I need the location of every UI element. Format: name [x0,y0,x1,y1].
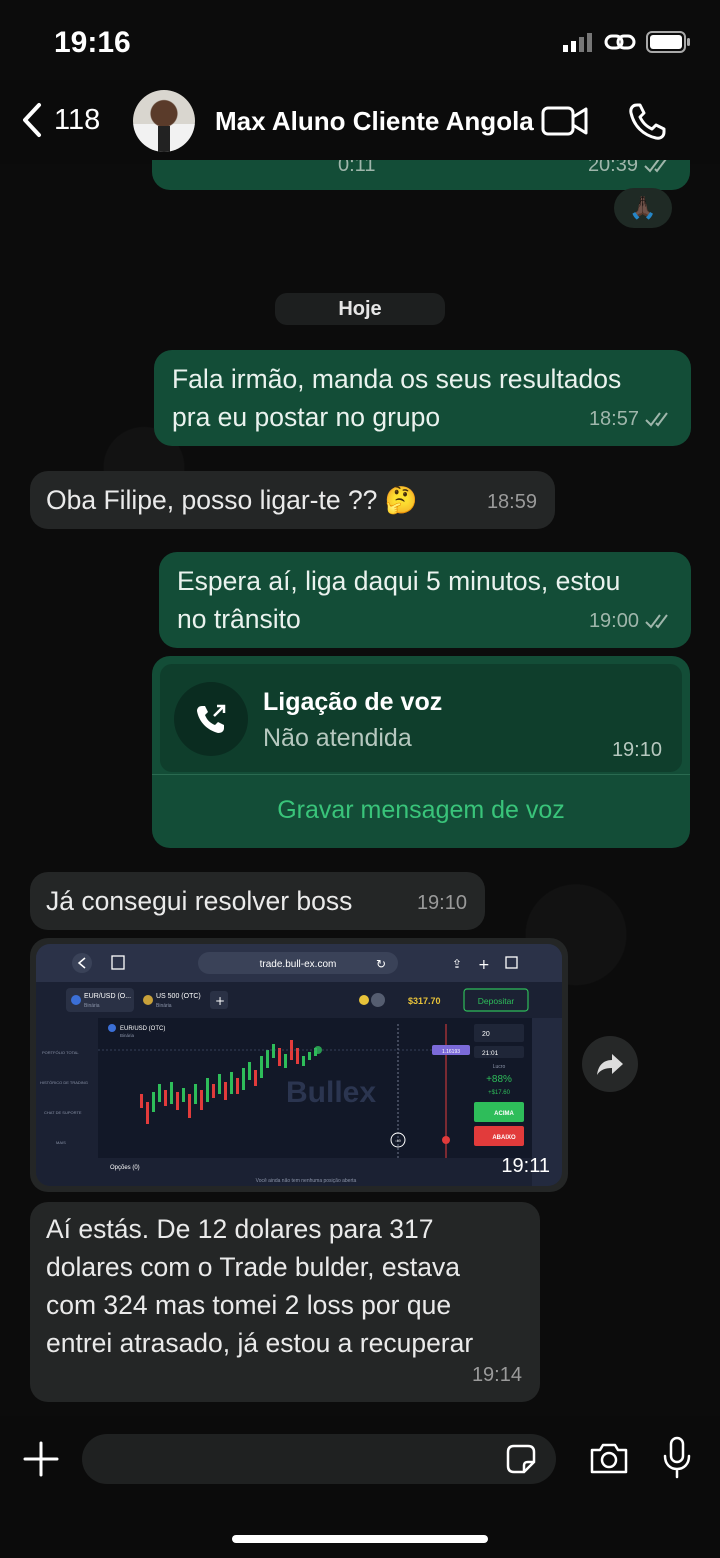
pair-sub: Binária [120,1033,135,1038]
date-divider: Hoje [275,293,445,325]
unread-count: 118 [54,103,101,136]
price-tag: 1.16193 [442,1049,460,1055]
link-icon [604,34,636,50]
microphone-icon[interactable] [662,1436,692,1480]
up-button: ACIMA [494,1111,514,1117]
countdown: :49 [395,1138,401,1143]
brand-watermark: Bullex [286,1076,376,1109]
tab1-label: EUR/USD (O... [84,993,131,1000]
double-check-icon [645,614,668,629]
status-time: 19:16 [54,26,131,59]
image-message[interactable]: trade.bull-ex.com ↻ ⇪ + EUR/USD (O... Bi… [30,938,568,1192]
profit-label: Lucro [493,1064,506,1070]
message-text-line: com 324 mas tomei 2 loss por que [46,1290,452,1320]
signal-icon [563,33,592,52]
status-icons [562,30,692,54]
record-voice-message-button[interactable]: Gravar mensagem de voz [152,796,690,825]
battery-icon [646,31,690,53]
message-text-line: Espera aí, liga daqui 5 minutos, estou [177,566,621,596]
profit-pct: +88% [486,1074,512,1085]
outgoing-message[interactable]: Fala irmão, manda os seus resultados pra… [154,350,691,446]
call-title: Ligação de voz [263,688,443,716]
message-text-line: Aí estás. De 12 dolares para 317 [46,1214,434,1244]
avatar[interactable] [133,90,195,152]
share-icon: ⇪ [452,957,462,971]
side-menu-2: HISTÓRICO DE TRADING [40,1080,88,1085]
message-text-line: Fala irmão, manda os seus resultados [172,364,622,394]
profit-value: +$17.60 [488,1090,511,1096]
message-time: 19:10 [416,892,467,914]
incoming-message[interactable]: Aí estás. De 12 dolares para 317 dolares… [30,1202,540,1402]
sticker-icon[interactable] [504,1442,538,1476]
outgoing-message[interactable]: Espera aí, liga daqui 5 minutos, estou n… [159,552,691,648]
side-menu-1: PORTFÓLIO TOTAL [42,1050,79,1055]
tab1-sub: Binária [84,1003,100,1009]
balance: $317.70 [408,996,441,1006]
message-meta: 19:14 [472,1356,522,1394]
side-menu-3: CHAT DE SUPORTE [44,1110,82,1115]
message-time: 19:11 [501,1155,550,1177]
message-input[interactable] [82,1434,556,1484]
call-icon-circle [174,682,248,756]
message-text-line: entrei atrasado, já estou a recuperar [46,1328,474,1358]
new-tab-icon: + [478,957,490,973]
call-time: 19:10 [611,739,662,761]
status-bar: 19:16 [0,0,720,80]
missed-call-card[interactable]: Ligação de voz Não atendida 19:10 Gravar… [152,656,690,848]
timer: 21:01 [482,1050,499,1057]
message-time: 18:59 [486,491,537,513]
browser-url: trade.bull-ex.com [260,959,337,970]
reload-icon: ↻ [376,957,386,971]
forward-button[interactable] [582,1036,638,1092]
message-text-line: dolares com o Trade bulder, estava [46,1252,460,1282]
amount-input: 20 [482,1031,490,1038]
pair-label: EUR/USD (OTC) [120,1026,165,1032]
home-indicator [232,1535,488,1543]
trading-screenshot-graphic: trade.bull-ex.com ↻ ⇪ + EUR/USD (O... Bi… [36,944,562,1186]
camera-icon[interactable] [588,1440,630,1476]
message-text: Já consegui resolver boss [46,886,353,916]
divider [152,774,690,775]
plus-icon[interactable] [22,1440,60,1478]
side-menu-4: MAIS [56,1140,66,1145]
contact-name[interactable]: Max Aluno Cliente Angola [215,106,534,137]
message-time: 19:00 [588,610,639,632]
down-button: ABAIXO [492,1135,516,1141]
message-meta: 18:59 [487,483,537,521]
incoming-message[interactable]: Oba Filipe, posso ligar-te ?? 🤔 18:59 [30,471,555,529]
message-meta: 19:00 [589,602,673,640]
trading-screenshot[interactable]: trade.bull-ex.com ↻ ⇪ + EUR/USD (O... Bi… [36,944,562,1186]
tab2-label: US 500 (OTC) [156,993,201,1000]
message-time: 19:14 [471,1364,522,1386]
phone-icon[interactable] [627,102,667,142]
tab2-sub: Binária [156,1003,172,1009]
back-button[interactable]: 118 [20,102,100,138]
double-check-icon [645,412,668,427]
chevron-left-icon [23,103,41,137]
message-meta: 19:10 [417,884,467,922]
message-meta: 18:57 [589,400,673,438]
message-time: 18:57 [588,408,639,430]
message-reaction[interactable]: 🙏🏿 [614,188,672,228]
deposit-button: Depositar [478,996,515,1006]
add-tab-icon: + [215,994,225,1008]
message-text: Oba Filipe, posso ligar-te ?? 🤔 [46,485,418,515]
outgoing-call-icon [197,704,226,733]
incoming-message[interactable]: Já consegui resolver boss 19:10 [30,872,485,930]
video-call-icon[interactable] [541,104,589,138]
forward-icon [597,1054,623,1075]
call-status: Não atendida [263,724,412,752]
options-tab: Opções (0) [110,1165,140,1171]
no-positions-text: Você ainda não tem nenhuma posição abert… [256,1178,357,1184]
call-info[interactable]: Ligação de voz Não atendida 19:10 [160,664,682,772]
